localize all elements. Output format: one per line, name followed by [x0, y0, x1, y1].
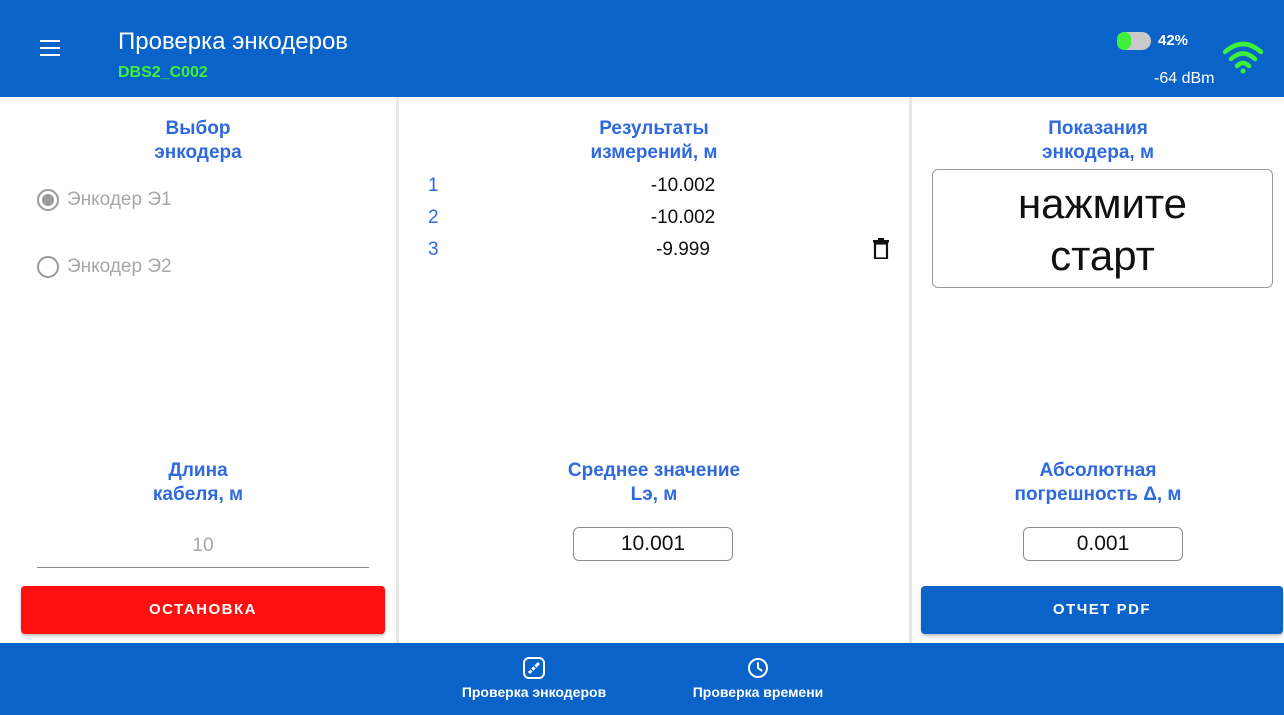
trash-icon[interactable] [873, 238, 889, 259]
heading-line: кабеля, м [152, 484, 244, 505]
stop-button[interactable]: ОСТАНОВКА [21, 586, 385, 634]
encoder-reading-heading: Показания энкодера, м [912, 117, 1284, 165]
battery-level-fill [1117, 32, 1132, 50]
ruler-icon [523, 657, 545, 679]
heading-line: Показания [1048, 118, 1148, 139]
result-row: 3 -9.999 [428, 239, 908, 271]
app-title: Проверка энкодеров [118, 28, 349, 55]
radio-checked-icon [37, 189, 59, 211]
cable-length-heading: Длина кабеля, м [0, 459, 396, 507]
results-heading: Результаты измерений, м [399, 117, 909, 165]
reading-line: старт [1050, 232, 1155, 279]
radio-encoder-2[interactable]: Энкодер Э2 [37, 256, 172, 278]
result-value: -10.002 [650, 207, 716, 228]
bottom-nav: Проверка энкодеров Проверка времени [0, 643, 1284, 715]
nav-time-check[interactable]: Проверка времени [678, 643, 838, 715]
menu-icon[interactable] [40, 40, 60, 56]
average-heading: Среднее значение Lэ, м [399, 459, 909, 507]
results-panel: Результаты измерений, м 1 -10.002 2 -10.… [399, 97, 909, 643]
result-index: 2 [428, 207, 439, 228]
radio-label: Энкодер Э1 [67, 189, 172, 210]
nav-label: Проверка энкодеров [461, 684, 607, 700]
abs-error-value: 0.001 [1023, 527, 1183, 561]
wifi-icon [1223, 41, 1263, 74]
heading-line: энкодера [154, 142, 242, 163]
heading-line: Длина [168, 460, 228, 481]
signal-strength: -64 dBm [1154, 70, 1215, 87]
encoder-select-panel: Выбор энкодера Энкодер Э1 Энкодер Э2 Дли… [0, 97, 396, 643]
result-row: 2 -10.002 [428, 207, 908, 239]
radio-encoder-1[interactable]: Энкодер Э1 [37, 189, 172, 211]
nav-label: Проверка времени [692, 684, 824, 700]
heading-line: измерений, м [590, 142, 718, 163]
battery-toggle-icon [1117, 32, 1151, 50]
heading-line: погрешность Δ, м [1014, 484, 1182, 505]
heading-line: энкодера, м [1042, 142, 1154, 163]
result-value: -10.002 [650, 175, 716, 196]
heading-line: Результаты [599, 118, 709, 139]
battery-percent: 42% [1158, 32, 1189, 49]
result-value: -9.999 [656, 239, 710, 260]
encoder-reading-panel: Показания энкодера, м нажмите старт Абсо… [912, 97, 1284, 643]
average-value: 10.001 [573, 527, 733, 561]
encoder-select-heading: Выбор энкодера [0, 117, 396, 165]
heading-line: Абсолютная [1039, 460, 1157, 481]
pdf-report-button[interactable]: ОТЧЕТ PDF [921, 586, 1283, 634]
clock-icon [748, 658, 768, 678]
result-row: 1 -10.002 [428, 175, 908, 207]
encoder-reading-display: нажмите старт [932, 169, 1273, 288]
cable-length-input[interactable]: 10 [37, 525, 369, 568]
result-index: 1 [428, 175, 439, 196]
radio-label: Энкодер Э2 [67, 256, 172, 277]
device-id: DBS2_C002 [118, 64, 208, 81]
nav-encoder-check[interactable]: Проверка энкодеров [444, 643, 624, 715]
radio-unchecked-icon [37, 256, 59, 278]
abs-error-heading: Абсолютная погрешность Δ, м [912, 459, 1284, 507]
heading-line: Lэ, м [630, 484, 678, 505]
reading-line: нажмите [1017, 180, 1188, 227]
app-bar: Проверка энкодеров DBS2_C002 42% -64 dBm [0, 0, 1284, 97]
result-index: 3 [428, 239, 439, 260]
heading-line: Выбор [165, 118, 231, 139]
heading-line: Среднее значение [567, 460, 741, 481]
results-list: 1 -10.002 2 -10.002 3 -9.999 [428, 175, 908, 271]
